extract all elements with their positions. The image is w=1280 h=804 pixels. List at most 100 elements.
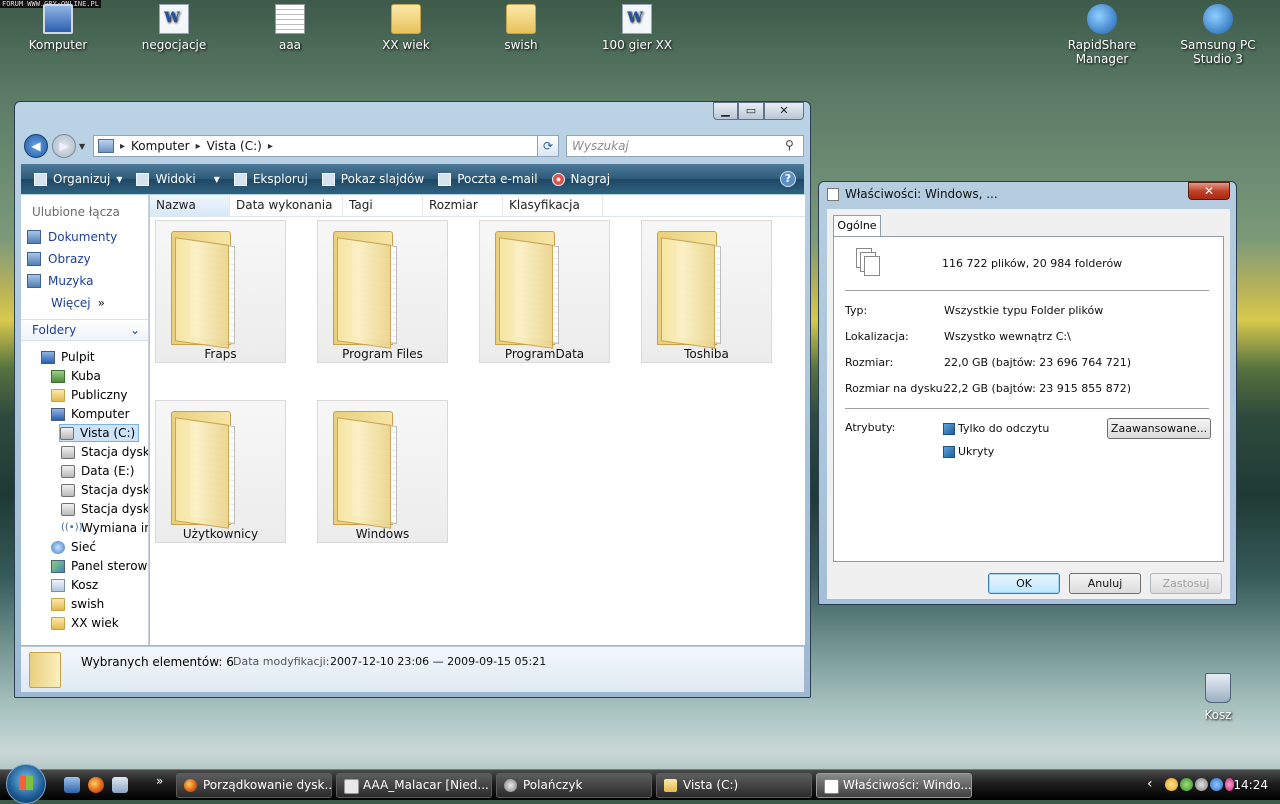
breadcrumb-komputer[interactable]: Komputer [127, 139, 194, 153]
volume-icon[interactable] [1195, 778, 1208, 791]
tray-expand-icon[interactable]: ‹ [1147, 776, 1153, 792]
more-quicklaunch-icon[interactable]: » [156, 774, 163, 788]
apply-button[interactable]: Zastosuj [1150, 573, 1222, 594]
tree-item-komputer[interactable]: Komputer [51, 405, 130, 423]
column-header-name[interactable]: Nazwa [150, 195, 230, 216]
refresh-icon[interactable]: ⟳ [537, 135, 559, 157]
explore-button[interactable]: Eksploruj [227, 172, 315, 186]
taskbar-button-polanczyk[interactable]: Polańczyk [496, 773, 652, 798]
tree-item-siec[interactable]: Sieć [51, 538, 96, 556]
recent-pages-chevron-icon[interactable]: ▼ [79, 142, 85, 151]
dialog-close-button[interactable]: ✕ [1188, 182, 1230, 200]
command-toolbar: Organizuj ▼ Widoki ▼ Eksploruj Pokaz sla… [21, 164, 804, 194]
back-button[interactable]: ◀ [24, 134, 48, 158]
favorite-link-more[interactable]: Więcej » [51, 296, 105, 310]
tab-general[interactable]: Ogólne [833, 215, 881, 237]
firefox-icon[interactable] [88, 777, 104, 793]
show-desktop-icon[interactable] [64, 777, 80, 793]
organize-button[interactable]: Organizuj ▼ [27, 172, 129, 186]
folder-tile-uzytkownicy[interactable]: Użytkownicy [155, 400, 286, 543]
desktop-icon-label: Kosz [1204, 708, 1232, 722]
tree-item-stacja-3[interactable]: Stacja dyskó [61, 500, 148, 518]
taskbar-button-aaa-malacar[interactable]: AAA_Malacar [Nied... [336, 773, 492, 798]
desktop-icon-samsung-pc-studio[interactable]: Samsung PC Studio 3 [1164, 4, 1272, 66]
tree-item-swish[interactable]: swish [51, 595, 104, 613]
tree-item-stacja-1[interactable]: Stacja dyskó [61, 443, 148, 461]
breadcrumb-arrow-icon[interactable]: ▸ [266, 141, 275, 152]
tree-item-publiczny[interactable]: Publiczny [51, 386, 128, 404]
favorite-link-muzyka[interactable]: Muzyka [27, 274, 93, 288]
tree-item-vista-c[interactable]: Vista (C:) [59, 424, 140, 442]
tree-item-data-e[interactable]: Data (E:) [61, 462, 134, 480]
weather-icon[interactable] [1165, 778, 1178, 791]
folder-tile-programdata[interactable]: ProgramData [479, 220, 610, 363]
folder-tile-fraps[interactable]: Fraps [155, 220, 286, 363]
tree-item-xx-wiek[interactable]: XX wiek [51, 614, 119, 632]
breadcrumb-arrow-icon[interactable]: ▸ [118, 141, 127, 152]
desktop-icon-xx-wiek[interactable]: XX wiek [356, 4, 456, 52]
burn-button[interactable]: Nagraj [545, 172, 618, 186]
search-icon[interactable]: ⚲ [785, 138, 794, 152]
slideshow-button[interactable]: Pokaz slajdów [315, 172, 431, 186]
taskbar-button-wlasciwosci[interactable]: Właściwości: Windo... [816, 773, 972, 798]
text-file-icon [275, 4, 305, 34]
folder-tile-label: Program Files [342, 347, 423, 361]
properties-dialog[interactable]: Właściwości: Windows, ... ✕ Ogólne 116 7… [818, 181, 1237, 605]
network-tray-icon[interactable] [1180, 778, 1193, 791]
folder-tile-program-files[interactable]: Program Files [317, 220, 448, 363]
maximize-button[interactable]: ▭ [738, 102, 764, 120]
hidden-label[interactable]: Ukryty [958, 445, 994, 458]
advanced-button[interactable]: Zaawansowane... [1107, 418, 1211, 439]
tree-item-label: Wymiana in [81, 521, 149, 535]
tree-item-panel[interactable]: Panel sterowa [51, 557, 148, 575]
tree-item-kuba[interactable]: Kuba [51, 367, 101, 385]
ok-button[interactable]: OK [988, 573, 1060, 594]
folder-icon [506, 4, 536, 34]
column-header-date[interactable]: Data wykonania [230, 195, 343, 216]
folder-icon [51, 597, 65, 611]
readonly-checkbox[interactable] [943, 423, 955, 435]
help-icon[interactable]: ? [780, 171, 796, 187]
breadcrumb-arrow-icon[interactable]: ▸ [194, 141, 203, 152]
views-button[interactable]: Widoki ▼ [129, 172, 226, 186]
desktop-icon-rapidshare-manager[interactable]: RapidShare Manager [1046, 4, 1158, 66]
window-switcher-icon[interactable] [112, 777, 128, 793]
hidden-checkbox[interactable] [943, 446, 955, 458]
clock[interactable]: 14:24 [1233, 778, 1268, 792]
search-input[interactable]: Wyszukaj [566, 135, 804, 157]
folder-tile-toshiba[interactable]: Toshiba [641, 220, 772, 363]
desktop-icon-komputer[interactable]: Komputer [8, 4, 108, 52]
desktop-icon-negocjacje[interactable]: negocjacje [124, 4, 224, 52]
favorite-link-dokumenty[interactable]: Dokumenty [27, 230, 117, 244]
taskbar-button-vista-c[interactable]: Vista (C:) [656, 773, 812, 798]
start-button[interactable] [6, 764, 46, 804]
mail-icon [344, 779, 359, 794]
readonly-label[interactable]: Tylko do odczytu [958, 422, 1049, 435]
address-bar[interactable]: ▸ Komputer ▸ Vista (C:) ▸ ▼ [93, 135, 556, 157]
cancel-button[interactable]: Anuluj [1069, 573, 1141, 594]
location-value: Wszystko wewnątrz C:\ [944, 330, 1071, 343]
taskbar-button-porzadkowanie[interactable]: Porządkowanie dysk... [176, 773, 332, 798]
messenger-icon[interactable] [1210, 778, 1223, 791]
taskbar-button-label: AAA_Malacar [Nied... [363, 778, 489, 792]
folder-tile-windows[interactable]: Windows [317, 400, 448, 543]
column-header-rating[interactable]: Klasyfikacja [503, 195, 603, 216]
desktop-icon-aaa[interactable]: aaa [240, 4, 340, 52]
tree-item-wymiana[interactable]: ((•)) Wymiana in [61, 519, 149, 537]
desktop-icon-swish[interactable]: swish [471, 4, 571, 52]
tree-item-pulpit[interactable]: Pulpit [41, 348, 95, 366]
tree-item-stacja-2[interactable]: Stacja dyskó [61, 481, 148, 499]
column-header-size[interactable]: Rozmiar [423, 195, 503, 216]
tree-item-kosz[interactable]: Kosz [51, 576, 98, 594]
email-button[interactable]: Poczta e-mail [431, 172, 544, 186]
minimize-button[interactable]: ▁ [713, 102, 738, 120]
breadcrumb-vista-c[interactable]: Vista (C:) [203, 139, 266, 153]
tree-item-label: Publiczny [71, 388, 128, 402]
favorite-link-obrazy[interactable]: Obrazy [27, 252, 91, 266]
forward-button[interactable]: ▶ [52, 134, 76, 158]
column-header-tags[interactable]: Tagi [343, 195, 423, 216]
explorer-window[interactable]: ▁ ▭ ✕ ◀ ▶ ▼ ▸ Komputer ▸ Vista (C:) ▸ ▼ … [14, 101, 811, 698]
folders-header[interactable]: Foldery ⌄ [21, 319, 148, 341]
close-button[interactable]: ✕ [764, 102, 804, 120]
desktop-icon-100-gier-xx[interactable]: 100 gier XX [587, 4, 687, 52]
